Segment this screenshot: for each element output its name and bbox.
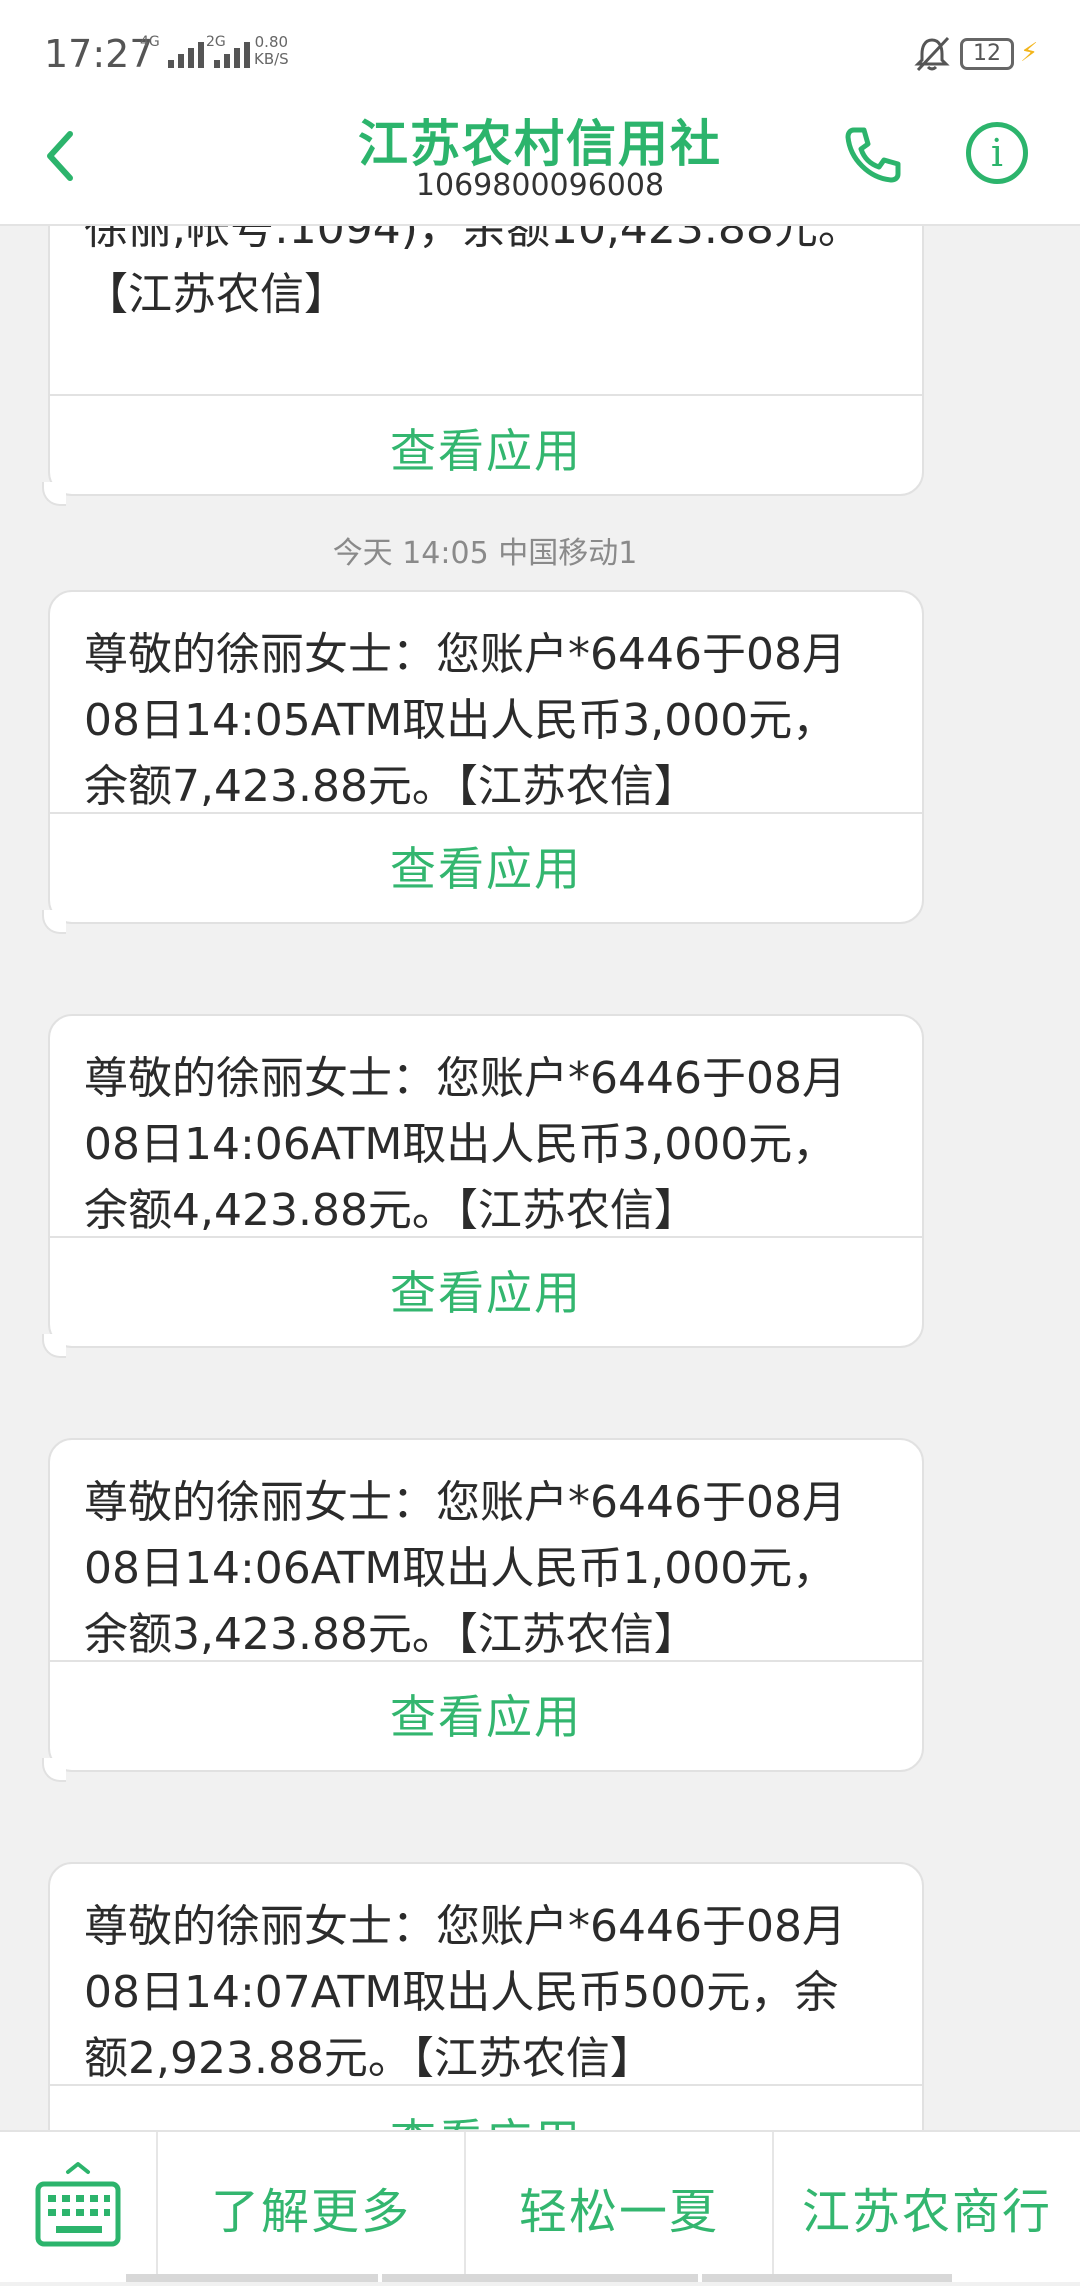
- menu-indicator: [382, 2274, 698, 2282]
- bubble-tail: [42, 482, 66, 506]
- view-app-button[interactable]: 查看应用: [50, 1662, 922, 1772]
- battery-icon: 12: [960, 38, 1014, 70]
- message-card: 尊敬的徐丽女士：您账户*6446于08月 08日14:05ATM取出人民币3,0…: [42, 590, 924, 934]
- message-line: 额2,923.88元。【江苏农信】: [84, 2033, 654, 2084]
- view-app-button[interactable]: 查看应用: [50, 814, 922, 924]
- message-line: 08日14:05ATM取出人民币3,000元，: [84, 695, 837, 746]
- message-line: 【江苏农信】: [84, 269, 348, 320]
- bubble-tail: [42, 1758, 66, 1782]
- sender-number: 1069800096008: [415, 168, 665, 203]
- status-bar: 17:27 4G 2G 0.80 KB/S 12 ⚡: [0, 0, 1080, 100]
- message-timestamp: 今天 14:05 中国移动1: [332, 536, 638, 571]
- info-icon[interactable]: i: [966, 122, 1028, 184]
- menu-learn-more[interactable]: 了解更多: [158, 2132, 466, 2282]
- net-speed-unit: KB/S: [254, 50, 289, 68]
- message-line: 08日14:06ATM取出人民币3,000元，: [84, 1119, 837, 1170]
- message-line: 尊敬的徐丽女士：您账户*6446于08月: [84, 629, 846, 680]
- status-time: 17:27: [44, 32, 154, 76]
- message-text[interactable]: 尊敬的徐丽女士：您账户*6446于08月 08日14:06ATM取出人民币1,0…: [50, 1440, 922, 1660]
- view-app-button[interactable]: 查看应用: [50, 396, 922, 506]
- bubble-tail: [42, 1334, 66, 1358]
- menu-indicator: [126, 2274, 378, 2282]
- bottom-menu-bar: 了解更多 轻松一夏 江苏农商行: [0, 2130, 1080, 2282]
- keyboard-toggle-button[interactable]: [0, 2132, 158, 2282]
- message-line: 08日14:06ATM取出人民币1,000元，: [84, 1543, 837, 1594]
- bell-muted-icon: [914, 36, 950, 72]
- message-line: 08日14:07ATM取出人民币500元，余: [84, 1967, 839, 2018]
- phone-call-icon[interactable]: [840, 122, 906, 188]
- signal-label-1: 4G: [140, 34, 160, 50]
- message-text[interactable]: 徐丽,帐号:1094)，余额10,423.88元。 【江苏农信】: [50, 226, 922, 394]
- menu-easy-summer[interactable]: 轻松一夏: [466, 2132, 774, 2282]
- menu-indicator: [702, 2274, 952, 2282]
- conversation-title: 江苏农村信用社: [358, 115, 722, 173]
- bubble-tail: [42, 910, 66, 934]
- message-card: 尊敬的徐丽女士：您账户*6446于08月 08日14:06ATM取出人民币3,0…: [42, 1014, 924, 1358]
- message-line: 徐丽,帐号:1094)，余额10,423.88元。: [84, 226, 862, 254]
- message-line: 尊敬的徐丽女士：您账户*6446于08月: [84, 1477, 846, 1528]
- message-card: 尊敬的徐丽女士：您账户*6446于08月 08日14:06ATM取出人民币1,0…: [42, 1438, 924, 1782]
- message-card: 尊敬的徐丽女士：您账户*6446于08月 08日14:07ATM取出人民币500…: [48, 1862, 924, 2130]
- keyboard-icon: [35, 2162, 121, 2247]
- conversation-header: 江苏农村信用社 1069800096008 i: [0, 100, 1080, 226]
- message-text[interactable]: 尊敬的徐丽女士：您账户*6446于08月 08日14:07ATM取出人民币500…: [50, 1864, 922, 2084]
- message-line: 尊敬的徐丽女士：您账户*6446于08月: [84, 1053, 846, 1104]
- signal-icon-1: [168, 40, 204, 68]
- message-line: 余额4,423.88元。【江苏农信】: [84, 1185, 698, 1236]
- charging-icon: ⚡: [1020, 38, 1039, 68]
- net-speed: 0.80 KB/S: [254, 34, 289, 68]
- message-line: 余额3,423.88元。【江苏农信】: [84, 1609, 698, 1660]
- menu-jiangsu-bank[interactable]: 江苏农商行: [774, 2132, 1080, 2282]
- view-app-button[interactable]: 查看应用: [50, 2086, 922, 2130]
- message-list[interactable]: 徐丽,帐号:1094)，余额10,423.88元。 【江苏农信】 查看应用 今天…: [0, 226, 1080, 2130]
- message-text[interactable]: 尊敬的徐丽女士：您账户*6446于08月 08日14:05ATM取出人民币3,0…: [50, 592, 922, 812]
- message-line: 尊敬的徐丽女士：您账户*6446于08月: [84, 1901, 846, 1952]
- message-line: 余额7,423.88元。【江苏农信】: [84, 761, 698, 812]
- message-text[interactable]: 尊敬的徐丽女士：您账户*6446于08月 08日14:06ATM取出人民币3,0…: [50, 1016, 922, 1236]
- net-speed-value: 0.80: [254, 33, 289, 51]
- message-card: 徐丽,帐号:1094)，余额10,423.88元。 【江苏农信】 查看应用: [42, 226, 924, 506]
- signal-icon-2: [214, 40, 250, 68]
- view-app-button[interactable]: 查看应用: [50, 1238, 922, 1348]
